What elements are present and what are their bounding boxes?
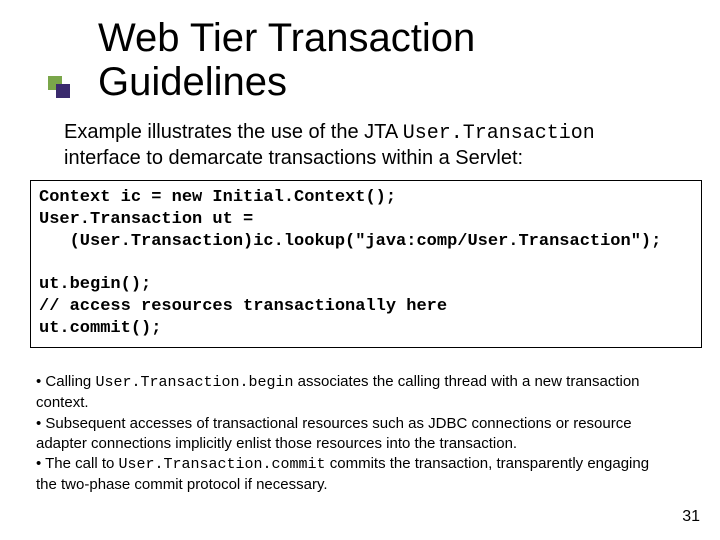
note1-pre: • Calling: [36, 373, 95, 390]
intro-post: interface to demarcate transactions with…: [64, 147, 523, 169]
note3-code: User.Transaction.commit: [119, 456, 326, 473]
intro-pre: Example illustrates the use of the JTA: [64, 121, 403, 143]
note-item-3: • The call to User.Transaction.commit co…: [36, 454, 656, 496]
note-item-1: • Calling User.Transaction.begin associa…: [36, 372, 656, 414]
notes-block: • Calling User.Transaction.begin associa…: [36, 372, 656, 496]
note-item-2: • Subsequent accesses of transactional r…: [36, 414, 656, 455]
page-number: 31: [682, 508, 700, 526]
note3-pre: • The call to: [36, 455, 119, 472]
title-bullet-icon: [48, 76, 72, 100]
slide-title: Web Tier Transaction Guidelines: [98, 16, 658, 104]
code-block: Context ic = new Initial.Context(); User…: [30, 180, 702, 348]
intro-code: User.Transaction: [403, 122, 595, 145]
intro-text: Example illustrates the use of the JTA U…: [64, 120, 664, 171]
note1-code: User.Transaction.begin: [95, 374, 293, 391]
